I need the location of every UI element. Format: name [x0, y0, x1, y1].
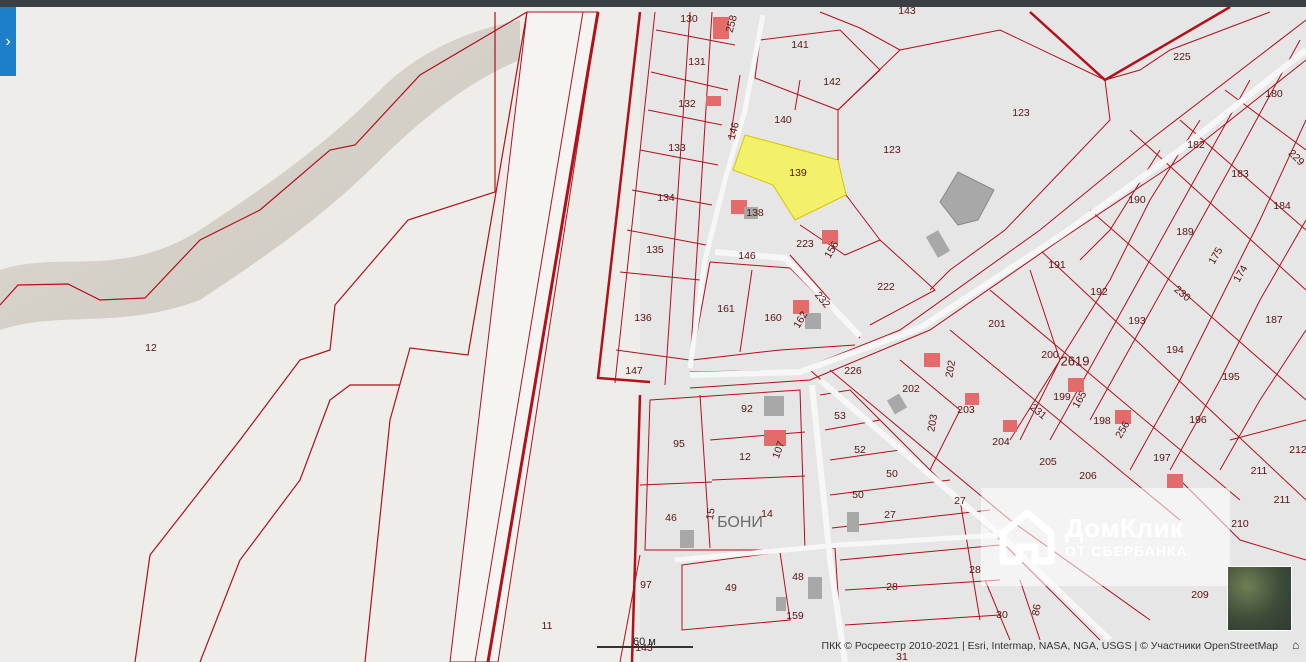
- parcel-label: 193: [1128, 315, 1146, 327]
- parcel-label: 132: [678, 98, 696, 110]
- parcel-label: 211: [1274, 494, 1291, 506]
- parcel-label: 226: [844, 365, 862, 377]
- parcel-label: 50: [886, 468, 898, 480]
- parcel-label: 123: [1012, 107, 1030, 119]
- parcel-label: 14: [761, 508, 773, 520]
- parcel-label: 92: [741, 403, 753, 415]
- parcel-label: 133: [668, 142, 686, 154]
- parcel-label: 49: [725, 582, 737, 594]
- parcel-label: 198: [1093, 415, 1111, 427]
- parcel-label: 190: [1128, 194, 1146, 206]
- parcel-label: 194: [1166, 344, 1184, 356]
- parcel-label-139: 139: [789, 167, 807, 179]
- parcel-label: 159: [786, 610, 804, 622]
- parcel-label: 28: [886, 581, 898, 593]
- parcel-label: 161: [717, 303, 735, 315]
- parcel-label: 211: [1251, 465, 1268, 477]
- watermark-subtitle: ОТ СБЕРБАНКА: [1065, 543, 1188, 559]
- parcel-label: 222: [877, 281, 895, 293]
- parcel-label: 52: [854, 444, 866, 456]
- locality-label: БОНИ: [717, 514, 763, 531]
- parcel-label: 86: [1030, 603, 1044, 617]
- home-icon[interactable]: ⌂: [1292, 638, 1304, 652]
- parcel-label: 202: [902, 383, 920, 395]
- parcel-label: 205: [1039, 456, 1057, 468]
- parcel-label: 201: [988, 318, 1006, 330]
- parcel-label: 191: [1048, 259, 1066, 271]
- scale-line: [597, 646, 693, 648]
- cadastral-block-label: 2619: [1061, 353, 1090, 368]
- panel-toggle-button[interactable]: ›: [0, 7, 16, 76]
- domclick-watermark: ДомКлик ОТ СБЕРБАНКА: [981, 488, 1230, 586]
- parcel-label: 189: [1176, 226, 1194, 238]
- parcel-label: 195: [1222, 371, 1240, 383]
- parcel-label: 199: [1053, 391, 1071, 403]
- parcel-label: 46: [665, 512, 677, 524]
- parcel-label: 12: [739, 451, 751, 463]
- chevron-right-icon: ›: [5, 32, 11, 50]
- parcel-label: 197: [1153, 452, 1171, 464]
- parcel-label: 187: [1265, 314, 1283, 326]
- parcel-label: 184: [1273, 200, 1291, 212]
- parcel-label: 135: [646, 244, 664, 256]
- parcel-label: 192: [1090, 286, 1108, 298]
- parcel-label: 97: [640, 579, 652, 591]
- parcel-label: 140: [774, 114, 792, 126]
- parcel-label: 143: [898, 7, 916, 17]
- parcel-label: 212: [1289, 444, 1306, 456]
- parcel-label: 50: [852, 489, 864, 501]
- parcel-label: 183: [1231, 168, 1249, 180]
- parcel-label: 27: [954, 495, 966, 507]
- parcel-label: 15: [704, 507, 718, 521]
- parcel-label: 48: [792, 571, 804, 583]
- parcel-label: 196: [1189, 414, 1207, 426]
- watermark-brand: ДомКлик: [1065, 513, 1184, 543]
- parcel-label: 12: [145, 342, 157, 354]
- parcel-label: 203: [957, 404, 975, 416]
- parcel-label: 223: [796, 238, 814, 250]
- parcel-label: 11: [542, 620, 553, 632]
- parcel-label: 136: [634, 312, 652, 324]
- parcel-label: 131: [688, 56, 706, 68]
- parcel-label: 138: [746, 207, 764, 219]
- parcel-label: 209: [1191, 589, 1209, 601]
- parcel-label: 182: [1187, 139, 1205, 151]
- top-bar: [0, 0, 1306, 7]
- parcel-label: 53: [834, 410, 846, 422]
- parcel-label: 130: [680, 13, 698, 25]
- basemap-switcher-button[interactable]: [1227, 566, 1292, 631]
- road-label: 146: [738, 250, 756, 262]
- parcel-label: 27: [884, 509, 896, 521]
- parcel-label: 206: [1079, 470, 1097, 482]
- parcel-label: 200: [1041, 349, 1059, 361]
- parcel-label: 134: [657, 192, 675, 204]
- map-attribution: ПКК © Росреестр 2010-2021 | Esri, Interm…: [821, 640, 1278, 652]
- scale-bar: 60 м: [597, 636, 693, 650]
- parcel-label: 204: [992, 436, 1010, 448]
- parcel-label: 141: [791, 39, 809, 51]
- parcel-label: 30: [996, 609, 1008, 621]
- parcel-label: 160: [764, 312, 782, 324]
- parcel-label: 95: [673, 438, 685, 450]
- parcel-label: 28: [969, 564, 981, 576]
- parcel-label: 210: [1231, 518, 1249, 530]
- parcel-label: 180: [1265, 88, 1283, 100]
- parcel-label: 142: [823, 76, 841, 88]
- parcel-label: 225: [1173, 51, 1191, 63]
- domclick-logo-icon: [999, 509, 1055, 565]
- parcel-label: 123: [883, 144, 901, 156]
- parcel-label: 147: [625, 365, 643, 377]
